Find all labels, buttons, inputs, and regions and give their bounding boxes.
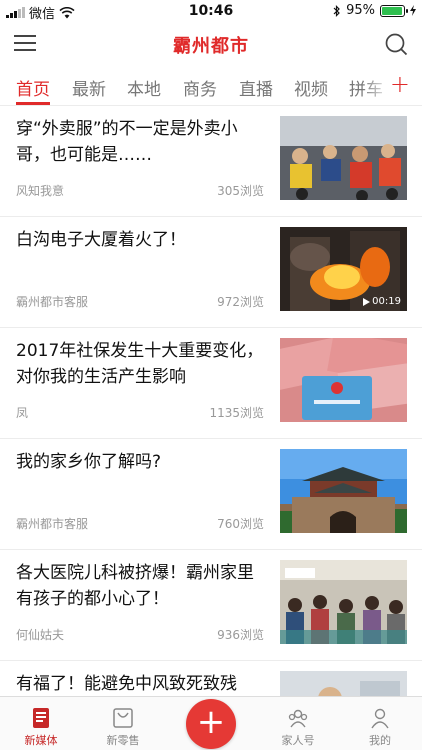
article-title: 我的家乡你了解吗? xyxy=(16,452,162,472)
nav-label: 新零售 xyxy=(106,734,140,747)
nav-label: 新媒体 xyxy=(24,734,58,747)
tab-home[interactable]: 首页 xyxy=(16,75,50,100)
tab-latest[interactable]: 最新 xyxy=(72,75,106,100)
bluetooth-icon xyxy=(333,4,340,17)
scooter-riders-photo xyxy=(280,116,407,200)
status-bar: 微信 10:46 95% xyxy=(0,0,422,22)
tab-local[interactable]: 本地 xyxy=(127,75,161,100)
nav-label: 家人号 xyxy=(281,734,315,747)
article-views: 760浏览 xyxy=(217,517,264,531)
nav-new-media[interactable]: 新媒体 xyxy=(6,697,76,750)
nav-family[interactable]: 家人号 xyxy=(263,697,333,750)
app-title: 霸州都市 xyxy=(173,36,249,57)
list-item[interactable]: 穿“外卖服”的不一定是外卖小哥，也可能是…… 风知我意 305浏览 xyxy=(0,106,422,217)
status-right: 95% xyxy=(333,3,416,18)
add-icon[interactable]: + xyxy=(186,699,236,749)
city-gate-photo xyxy=(280,449,407,533)
doctor-photo xyxy=(280,671,407,696)
shopping-bag-icon xyxy=(113,708,133,728)
app-header: 霸州都市 xyxy=(0,22,422,66)
charging-icon xyxy=(410,5,416,16)
list-item[interactable]: 我的家乡你了解吗? 霸州都市客服 760浏览 xyxy=(0,439,422,550)
active-tab-indicator xyxy=(16,102,50,105)
tab-live[interactable]: 直播 xyxy=(239,75,273,100)
category-tabs: 首页 最新 本地 商务 直播 视频 拼车 + xyxy=(0,66,422,106)
battery-percent: 95% xyxy=(346,3,375,18)
play-icon xyxy=(363,297,371,306)
article-title: 各大医院儿科被挤爆！霸州家里有孩子的都小心了！ xyxy=(16,563,254,609)
profile-icon xyxy=(371,708,389,729)
article-title: 穿“外卖服”的不一定是外卖小哥，也可能是…… xyxy=(16,119,238,165)
article-title: 2017年社保发生十大重要变化，对你我的生活产生影响 xyxy=(16,341,264,387)
article-views: 936浏览 xyxy=(217,628,264,642)
list-item[interactable]: 有福了！能避免中风致死致残 xyxy=(0,661,422,696)
list-item[interactable]: 白沟电子大厦着火了！ 霸州都市客服 972浏览 00:19 xyxy=(0,217,422,328)
article-source: 何仙姑夫 xyxy=(16,628,65,642)
article-views: 1135浏览 xyxy=(209,406,264,420)
article-views: 972浏览 xyxy=(217,295,264,309)
article-source: 霸州都市客服 xyxy=(16,517,89,531)
list-item[interactable]: 2017年社保发生十大重要变化，对你我的生活产生影响 凤 1135浏览 xyxy=(0,328,422,439)
tab-business[interactable]: 商务 xyxy=(183,75,217,100)
battery-fill xyxy=(382,6,402,15)
news-feed: 穿“外卖服”的不一定是外卖小哥，也可能是…… 风知我意 305浏览 白沟电子大厦… xyxy=(0,106,422,696)
tab-video[interactable]: 视频 xyxy=(294,75,328,100)
article-title: 有福了！能避免中风致死致残 xyxy=(16,674,237,694)
news-icon xyxy=(33,708,49,728)
search-icon[interactable] xyxy=(384,32,408,56)
hospital-crowd-photo xyxy=(280,560,407,644)
social-security-card-photo xyxy=(280,338,407,422)
video-duration: 00:19 xyxy=(362,296,401,307)
add-tab-icon[interactable]: + xyxy=(385,72,410,96)
nav-new-retail[interactable]: 新零售 xyxy=(88,697,158,750)
list-item[interactable]: 各大医院儿科被挤爆！霸州家里有孩子的都小心了！ 何仙姑夫 936浏览 xyxy=(0,550,422,661)
battery-icon xyxy=(380,4,408,17)
article-source: 凤 xyxy=(16,406,29,420)
article-source: 霸州都市客服 xyxy=(16,295,89,309)
building-fire-video: 00:19 xyxy=(280,227,407,311)
nav-me[interactable]: 我的 xyxy=(345,697,415,750)
article-title: 白沟电子大厦着火了！ xyxy=(16,230,186,250)
nav-label: 我的 xyxy=(369,734,391,747)
article-views: 305浏览 xyxy=(217,184,264,198)
menu-icon[interactable] xyxy=(14,35,36,51)
article-source: 风知我意 xyxy=(16,184,65,198)
family-icon xyxy=(288,709,308,728)
